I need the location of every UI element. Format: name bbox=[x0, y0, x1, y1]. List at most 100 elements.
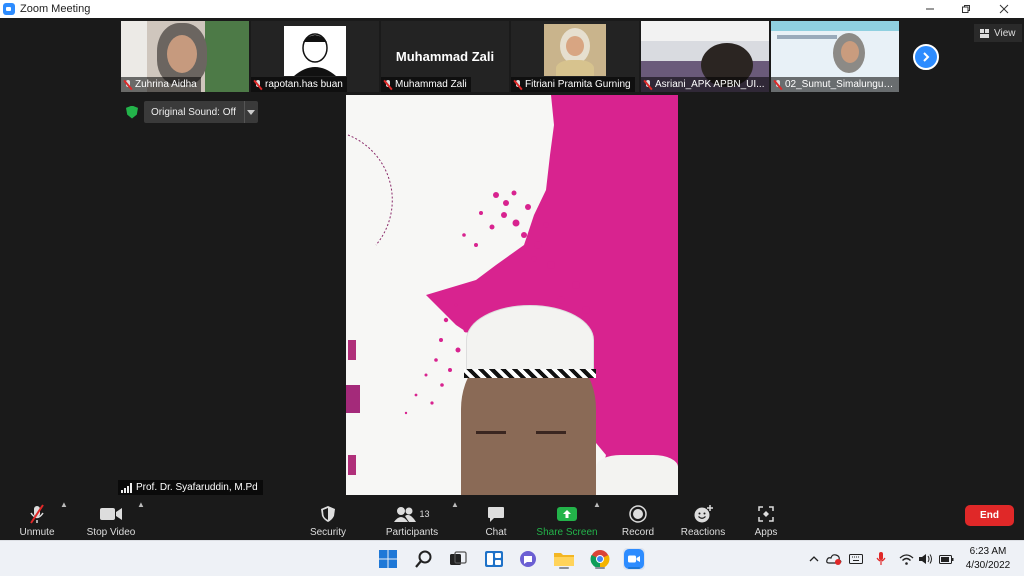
title-bar: Zoom Meeting bbox=[0, 0, 1024, 18]
apps-icon bbox=[758, 506, 774, 522]
participant-thumbnail[interactable]: 02_Sumut_Simalungun... bbox=[771, 21, 899, 92]
reactions-label: Reactions bbox=[680, 527, 726, 538]
zoom-taskbar-button[interactable] bbox=[623, 548, 645, 570]
caricature-icon bbox=[294, 33, 336, 76]
cloud-error-icon bbox=[826, 554, 842, 565]
unmute-label: Unmute bbox=[19, 527, 55, 538]
participants-label: Participants bbox=[385, 527, 439, 538]
stop-video-label: Stop Video bbox=[86, 527, 136, 538]
participants-options-caret[interactable]: ▲ bbox=[451, 500, 459, 509]
taskbar-clock[interactable]: 6:23 AM 4/30/2022 bbox=[958, 545, 1018, 573]
chat-button[interactable]: Chat bbox=[480, 498, 512, 538]
participant-thumbnail[interactable]: Muhammad Zali Muhammad Zali bbox=[381, 21, 509, 92]
microphone-in-use-icon[interactable] bbox=[874, 551, 888, 567]
task-view-button[interactable] bbox=[447, 548, 469, 570]
original-sound-control: Original Sound: Off bbox=[126, 101, 258, 123]
reactions-button[interactable]: Reactions bbox=[680, 498, 726, 538]
restore-button[interactable] bbox=[948, 0, 984, 18]
apps-button[interactable]: Apps bbox=[752, 498, 780, 538]
audio-options-caret[interactable]: ▲ bbox=[60, 500, 68, 509]
muted-mic-icon bbox=[254, 79, 262, 90]
original-sound-label: Original Sound: Off bbox=[151, 106, 236, 118]
participant-display-name: Muhammad Zali bbox=[395, 49, 495, 64]
muted-mic-icon bbox=[644, 79, 652, 90]
widgets-button[interactable] bbox=[483, 548, 505, 570]
taskbar: 6:23 AM 4/30/2022 bbox=[0, 540, 1024, 576]
wifi-tray-icon[interactable] bbox=[898, 551, 914, 567]
participant-thumbnail[interactable]: Asriani_APK APBN_UI... bbox=[641, 21, 769, 92]
next-page-button[interactable] bbox=[913, 44, 939, 70]
minimize-button[interactable] bbox=[912, 0, 948, 18]
close-button[interactable] bbox=[986, 0, 1022, 18]
chrome-button[interactable] bbox=[589, 548, 611, 570]
view-label: View bbox=[994, 27, 1016, 39]
chat-bubble-icon bbox=[488, 506, 504, 522]
participants-icon bbox=[394, 507, 417, 522]
participant-name: Fitriani Pramita Gurning bbox=[525, 79, 631, 90]
security-button[interactable]: Security bbox=[308, 498, 348, 538]
profile-picture bbox=[284, 26, 346, 76]
signal-strength-icon bbox=[121, 482, 132, 493]
share-screen-label: Share Screen bbox=[536, 527, 598, 538]
file-explorer-button[interactable] bbox=[553, 548, 575, 570]
stop-video-button[interactable]: Stop Video bbox=[85, 498, 137, 538]
active-speaker-video[interactable] bbox=[346, 95, 678, 495]
battery-tray-icon[interactable] bbox=[938, 551, 954, 567]
thumbnail-nameplate: Muhammad Zali bbox=[381, 77, 471, 92]
participant-thumbnail[interactable]: rapotan.has buan bbox=[251, 21, 379, 92]
share-options-caret[interactable]: ▲ bbox=[593, 500, 601, 509]
participant-count-badge: 13 bbox=[419, 509, 430, 519]
security-shield-icon bbox=[321, 506, 335, 522]
show-hidden-icons-button[interactable] bbox=[808, 551, 820, 567]
participant-thumbnails: Zuhrina Aidha rapotan.has buan Muhammad … bbox=[121, 21, 899, 92]
cap-pattern-band bbox=[464, 369, 596, 378]
active-speaker-name: Prof. Dr. Syafaruddin, M.Pd bbox=[136, 482, 258, 493]
participant-face bbox=[167, 35, 197, 73]
end-meeting-button[interactable]: End bbox=[965, 505, 1014, 526]
participant-face bbox=[566, 36, 584, 56]
clock-time: 6:23 AM bbox=[969, 546, 1007, 557]
view-button[interactable]: View bbox=[974, 24, 1022, 42]
unmute-button[interactable]: Unmute bbox=[16, 498, 58, 538]
restore-icon bbox=[962, 5, 970, 13]
participant-name: Zuhrina Aidha bbox=[135, 79, 197, 90]
chevron-right-icon bbox=[923, 52, 930, 62]
grid-view-icon bbox=[980, 28, 989, 38]
chrome-icon bbox=[590, 550, 610, 569]
keyboard-tray-icon[interactable] bbox=[848, 551, 864, 567]
participant-video bbox=[544, 24, 606, 76]
active-speaker-nameplate: Prof. Dr. Syafaruddin, M.Pd bbox=[118, 480, 263, 495]
zoom-icon bbox=[624, 549, 644, 569]
participant-name: Muhammad Zali bbox=[395, 79, 467, 90]
thumbnail-nameplate: Asriani_APK APBN_UI... bbox=[641, 77, 769, 92]
folder-icon bbox=[554, 553, 574, 566]
speaker-cap bbox=[466, 305, 594, 375]
record-button[interactable]: Record bbox=[620, 498, 656, 538]
share-screen-button[interactable]: Share Screen bbox=[536, 498, 598, 538]
widgets-icon bbox=[485, 551, 503, 567]
participant-thumbnail[interactable]: Fitriani Pramita Gurning bbox=[511, 21, 639, 92]
onedrive-tray-icon[interactable] bbox=[826, 551, 842, 567]
meeting-area: Zuhrina Aidha rapotan.has buan Muhammad … bbox=[0, 18, 1024, 496]
participant-name: rapotan.has buan bbox=[265, 79, 343, 90]
video-options-caret[interactable]: ▲ bbox=[137, 500, 145, 509]
original-sound-toggle[interactable]: Original Sound: Off bbox=[144, 101, 258, 123]
reactions-smiley-icon bbox=[694, 505, 713, 523]
zoom-app-icon bbox=[3, 3, 15, 15]
thumbnail-nameplate: rapotan.has buan bbox=[251, 77, 347, 92]
wifi-icon bbox=[899, 553, 913, 565]
search-icon bbox=[415, 550, 432, 568]
meeting-toolbar: Unmute ▲ Stop Video ▲ Security 13 Partic… bbox=[0, 496, 1024, 540]
minimize-icon bbox=[926, 8, 934, 10]
teams-chat-button[interactable] bbox=[517, 548, 539, 570]
participant-thumbnail[interactable]: Zuhrina Aidha bbox=[121, 21, 249, 92]
keyboard-icon bbox=[849, 554, 863, 564]
volume-tray-icon[interactable] bbox=[918, 551, 934, 567]
participants-button[interactable]: 13 Participants bbox=[385, 498, 439, 538]
start-button[interactable] bbox=[377, 548, 399, 570]
muted-mic-icon bbox=[384, 79, 392, 90]
taskbar-search-button[interactable] bbox=[413, 548, 435, 570]
security-label: Security bbox=[309, 527, 347, 538]
teams-chat-icon bbox=[520, 551, 536, 567]
original-sound-dropdown[interactable] bbox=[243, 101, 258, 123]
